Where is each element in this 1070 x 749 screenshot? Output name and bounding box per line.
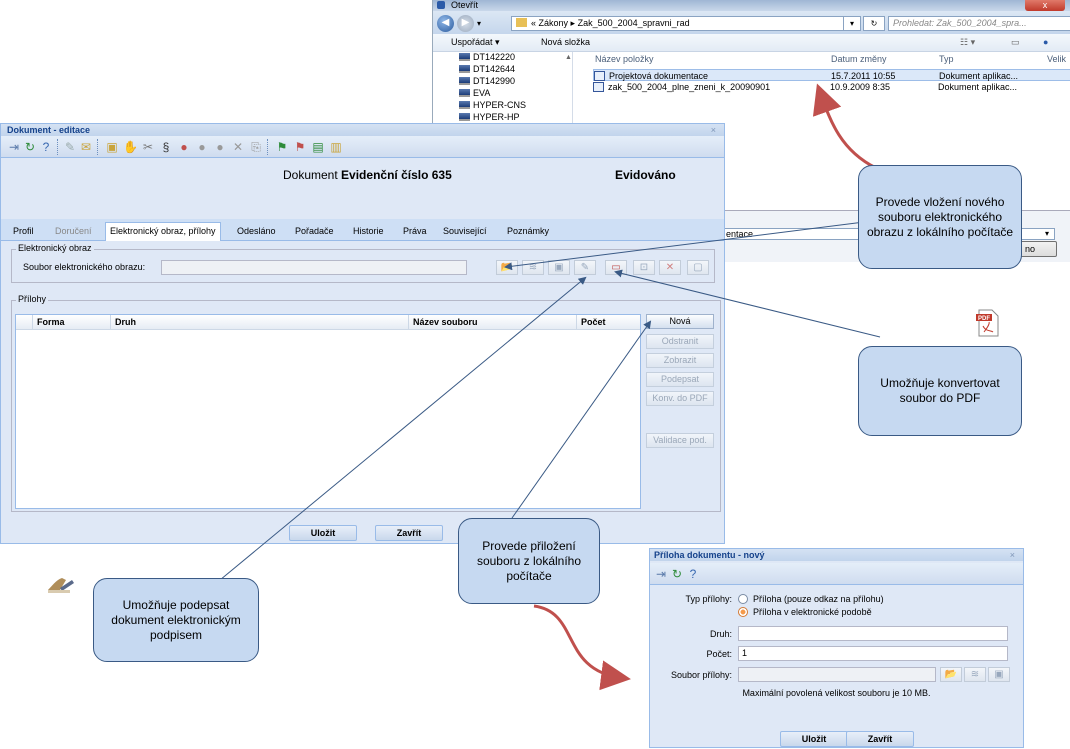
open-folder-icon[interactable]: 📂 [940,667,962,682]
druh-field[interactable] [738,626,1008,641]
max-size-note: Maximální povolená velikost souboru je 1… [742,688,931,698]
refresh-icon[interactable]: ↻ [670,567,684,581]
view-file-icon[interactable]: ▣ [988,667,1010,682]
attachment-dialog: Příloha dokumentu - nový × ⇥ ↻ ? Typ pří… [649,548,1024,748]
pocet-field[interactable]: 1 [738,646,1008,661]
callout-attach: Provede přiložení souboru z lokálního po… [458,518,600,604]
save-button[interactable]: Uložit [780,731,848,747]
soubor-label: Soubor přílohy: [670,670,732,680]
help-icon[interactable]: ? [686,567,700,581]
callout-convert-pdf: Umožňuje konvertovat soubor do PDF [858,346,1022,436]
close-button[interactable]: Zavřít [846,731,914,747]
soubor-field[interactable] [738,667,936,682]
druh-label: Druh: [709,629,732,639]
attachment-title: Příloha dokumentu - nový [654,550,765,560]
pocet-label: Počet: [706,649,732,659]
radio-link-label[interactable]: Příloha (pouze odkaz na přílohu) [753,594,884,604]
scanner-icon[interactable]: ≋ [964,667,986,682]
attachment-toolbar: ⇥ ↻ ? [650,563,1023,585]
attachment-title-bar: Příloha dokumentu - nový × [650,549,1023,561]
radio-link[interactable] [738,594,748,604]
type-label: Typ přílohy: [685,594,732,604]
arrow-to-open-folder [504,219,881,271]
red-arrow-dialog [533,604,631,691]
radio-electronic-label[interactable]: Příloha v elektronické podobě [753,607,872,617]
exit-icon[interactable]: ⇥ [654,567,668,581]
red-arrow-file [812,83,877,170]
radio-electronic[interactable] [738,607,748,617]
close-icon[interactable]: × [1010,549,1015,561]
callout-sign: Umožňuje podepsat dokument elektronickým… [93,578,259,662]
callout-insert-new: Provede vložení nového souboru elektroni… [858,165,1022,269]
arrow-to-pdf [614,269,881,338]
arrow-to-nova [511,320,652,519]
